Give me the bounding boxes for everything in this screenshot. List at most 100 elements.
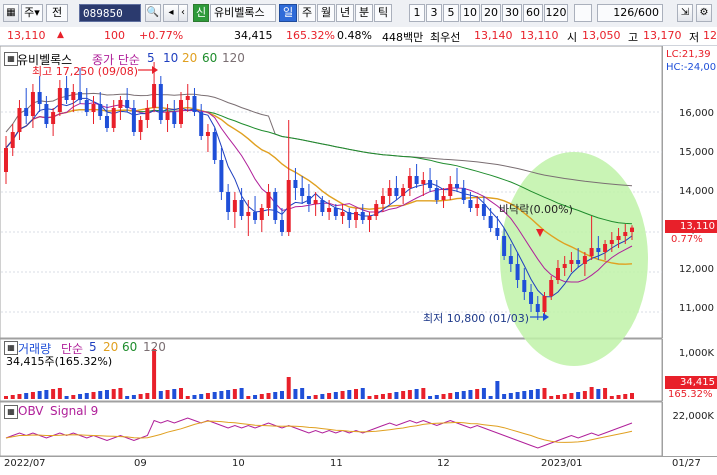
prev-button[interactable]: 전: [46, 4, 68, 22]
candle-body: [387, 188, 392, 196]
volume-bar: [333, 392, 338, 399]
candle-body: [394, 188, 399, 196]
interval-120[interactable]: 120: [544, 4, 568, 22]
tab-weekly[interactable]: 주: [298, 4, 316, 22]
expand-icon[interactable]: ⇲: [677, 4, 693, 22]
volume-bar: [461, 391, 466, 399]
toolbar: ▦ 주▾ 전 🔍 ◂ ‹ 신 유비벨록스 일 주 월 년 분 틱 1 3 5 1…: [0, 0, 717, 28]
new-badge[interactable]: 신: [193, 4, 209, 22]
candle-body: [57, 88, 62, 112]
volume-bar: [569, 393, 574, 399]
volume-bar: [340, 391, 345, 399]
bottom-lock-annotation: 바닥락(0.00%): [499, 203, 573, 216]
volume-bar: [64, 396, 69, 399]
market-select[interactable]: 주▾: [21, 4, 43, 22]
price-panel-menu-icon[interactable]: ▦: [4, 52, 18, 66]
candle-body: [508, 256, 513, 264]
code-input[interactable]: [79, 4, 141, 22]
candle-body: [569, 260, 574, 264]
volume-bar: [401, 391, 406, 399]
volume-bar: [279, 391, 284, 399]
settings-icon[interactable]: ⚙: [696, 4, 712, 22]
vol-legend-120: 120: [143, 340, 166, 354]
x-tick-2022-07: 2022/07: [4, 458, 46, 469]
candle-body: [549, 280, 554, 296]
tab-yearly[interactable]: 년: [336, 4, 354, 22]
tab-tick[interactable]: 틱: [374, 4, 392, 22]
volume-bar: [118, 388, 123, 399]
speaker-icon[interactable]: ◂: [163, 4, 179, 22]
candle-body: [232, 200, 237, 212]
volume-bar: [131, 395, 136, 399]
volume-bar: [138, 394, 143, 399]
legend-ma60: 60: [202, 51, 218, 65]
volume-bar: [414, 389, 419, 399]
volume-bar: [273, 392, 278, 399]
volume-bar: [434, 395, 439, 399]
tab-minute[interactable]: 분: [355, 4, 373, 22]
volume-bar: [185, 396, 190, 399]
legend-ma10: 10: [163, 51, 179, 65]
candle-body: [253, 212, 258, 220]
candle-body: [414, 176, 419, 184]
low-label: 저: [689, 31, 700, 44]
price-chart[interactable]: [0, 46, 717, 474]
volume-bar: [529, 390, 534, 399]
interval-10[interactable]: 10: [460, 4, 480, 22]
interval-3[interactable]: 3: [426, 4, 442, 22]
last-pct-label: 0.77%: [671, 234, 703, 245]
volume-bar: [562, 394, 567, 399]
candle-body: [300, 188, 305, 196]
candle-body: [37, 92, 42, 104]
volume-bar: [522, 391, 527, 399]
interval-20[interactable]: 20: [481, 4, 501, 22]
volume-bar: [347, 390, 352, 399]
volume-bar: [253, 395, 258, 399]
volume-bar: [495, 381, 500, 399]
volume-bar: [246, 396, 251, 399]
open-price: 13,050: [582, 29, 621, 42]
candle-body: [327, 208, 332, 212]
interval-30[interactable]: 30: [502, 4, 522, 22]
candle-body: [246, 212, 251, 216]
volume-bar: [199, 394, 204, 399]
low-price: 12,8: [703, 29, 717, 42]
candle-body: [340, 212, 345, 216]
volume-bar: [78, 394, 83, 399]
obv-panel-menu-icon[interactable]: ▦: [4, 405, 18, 419]
candle-body: [522, 280, 527, 292]
candle-body: [407, 176, 412, 188]
volume-bar: [441, 394, 446, 399]
volume-bar: [37, 391, 42, 399]
volume-bar: [293, 389, 298, 399]
interval-5[interactable]: 5: [443, 4, 459, 22]
interval-1[interactable]: 1: [409, 4, 425, 22]
volume-bar: [179, 388, 184, 399]
x-tick-11: 11: [330, 458, 343, 469]
volume-bar: [623, 394, 628, 399]
stock-name-field[interactable]: 유비벨록스: [210, 4, 276, 22]
count-field[interactable]: 126/600: [597, 4, 663, 22]
candle-body: [17, 108, 22, 132]
volume-bar: [84, 393, 89, 399]
candle-body: [205, 132, 210, 136]
candle-body: [138, 120, 143, 132]
volume-bar: [481, 388, 486, 399]
x-tick-12: 12: [437, 458, 450, 469]
x-tick-09: 09: [134, 458, 147, 469]
interval-60[interactable]: 60: [523, 4, 543, 22]
volume-bar: [428, 396, 433, 399]
grid-menu-button[interactable]: ▦: [3, 4, 19, 22]
tab-monthly[interactable]: 월: [317, 4, 335, 22]
best-ask-label: 최우선: [430, 31, 461, 44]
volume-bar: [71, 395, 76, 399]
candle-body: [226, 192, 231, 212]
tab-daily[interactable]: 일: [279, 4, 297, 22]
candle-body: [273, 192, 278, 220]
candle-body: [616, 236, 621, 240]
prev-stock-arrow[interactable]: ‹: [178, 4, 188, 22]
interval-custom[interactable]: [574, 4, 592, 22]
search-icon[interactable]: 🔍: [145, 4, 161, 22]
candle-body: [488, 216, 493, 228]
volume-bar: [165, 390, 170, 399]
